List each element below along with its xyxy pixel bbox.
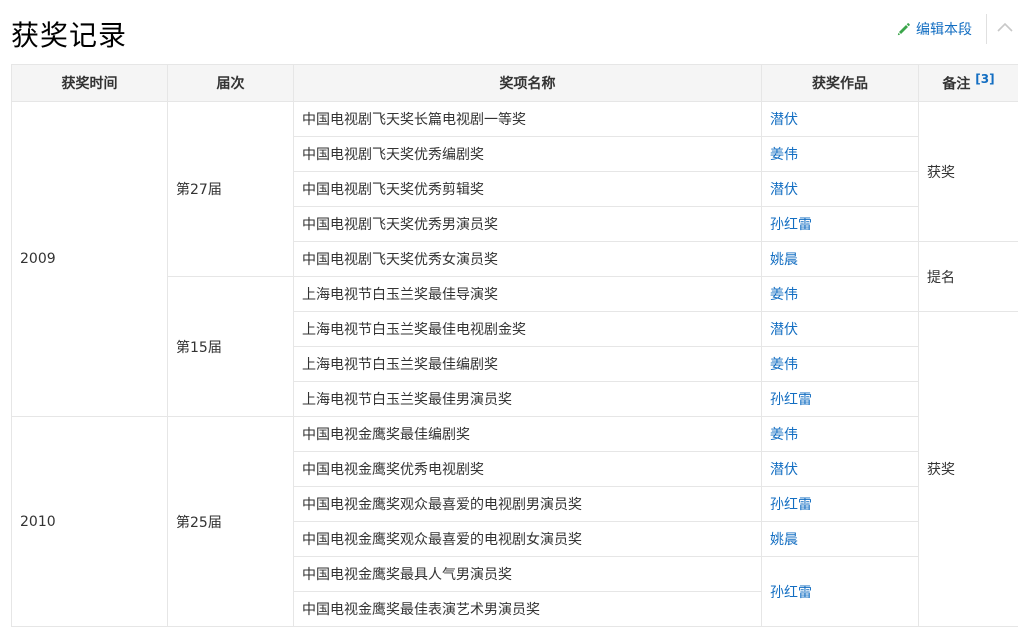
award-name-cell: 中国电视剧飞天奖优秀编剧奖	[294, 137, 762, 172]
award-work-link[interactable]: 姜伟	[762, 347, 919, 382]
session-cell: 第25届	[168, 417, 294, 627]
award-work-link[interactable]: 姜伟	[762, 277, 919, 312]
award-name-cell: 上海电视节白玉兰奖最佳电视剧金奖	[294, 312, 762, 347]
award-work-link[interactable]: 孙红雷	[762, 207, 919, 242]
pencil-icon	[896, 21, 912, 37]
year-cell: 2010	[12, 417, 168, 627]
header-remark-label: 备注	[942, 77, 970, 93]
award-work-link[interactable]: 姜伟	[762, 137, 919, 172]
award-name-cell: 上海电视节白玉兰奖最佳导演奖	[294, 277, 762, 312]
header-award-time: 获奖时间	[12, 65, 168, 102]
award-name-cell: 中国电视剧飞天奖优秀剪辑奖	[294, 172, 762, 207]
award-work-link[interactable]: 潜伏	[762, 312, 919, 347]
award-name-cell: 中国电视剧飞天奖优秀男演员奖	[294, 207, 762, 242]
header-session: 届次	[168, 65, 294, 102]
award-work-link[interactable]: 姚晨	[762, 522, 919, 557]
reference-link[interactable]: [3]	[975, 72, 994, 86]
award-work-link[interactable]: 潜伏	[762, 172, 919, 207]
table-header-row: 获奖时间 届次 奖项名称 获奖作品 备注 [3]	[12, 65, 1018, 102]
header-award-work: 获奖作品	[762, 65, 919, 102]
award-name-cell: 中国电视金鹰奖观众最喜爱的电视剧男演员奖	[294, 487, 762, 522]
header-remark: 备注 [3]	[919, 65, 1018, 102]
edit-section-label: 编辑本段	[916, 19, 972, 39]
award-work-link[interactable]: 潜伏	[762, 102, 919, 137]
session-cell: 第15届	[168, 277, 294, 417]
award-work-link[interactable]: 潜伏	[762, 452, 919, 487]
remark-cell: 获奖	[919, 102, 1018, 242]
award-work-link[interactable]: 姜伟	[762, 417, 919, 452]
edit-section-button[interactable]: 编辑本段	[896, 19, 972, 39]
table-row: 2010 第25届 中国电视金鹰奖最佳编剧奖 姜伟	[12, 417, 1018, 452]
award-name-cell: 中国电视金鹰奖最具人气男演员奖	[294, 557, 762, 592]
award-name-cell: 上海电视节白玉兰奖最佳编剧奖	[294, 347, 762, 382]
table-row: 2009 第27届 中国电视剧飞天奖长篇电视剧一等奖 潜伏 获奖	[12, 102, 1018, 137]
award-name-cell: 中国电视金鹰奖优秀电视剧奖	[294, 452, 762, 487]
header-award-name: 奖项名称	[294, 65, 762, 102]
session-cell: 第27届	[168, 102, 294, 277]
toolbar-divider	[986, 14, 987, 44]
year-cell: 2009	[12, 102, 168, 417]
award-name-cell: 中国电视金鹰奖最佳编剧奖	[294, 417, 762, 452]
award-name-cell: 中国电视剧飞天奖优秀女演员奖	[294, 242, 762, 277]
award-work-link[interactable]: 孙红雷	[762, 487, 919, 522]
award-name-cell: 上海电视节白玉兰奖最佳男演员奖	[294, 382, 762, 417]
remark-cell: 提名	[919, 242, 1018, 312]
award-work-link[interactable]: 姚晨	[762, 242, 919, 277]
award-work-link[interactable]: 孙红雷	[762, 382, 919, 417]
award-name-cell: 中国电视金鹰奖最佳表演艺术男演员奖	[294, 592, 762, 627]
award-name-cell: 中国电视剧飞天奖长篇电视剧一等奖	[294, 102, 762, 137]
remark-cell: 获奖	[919, 312, 1018, 627]
section-title: 获奖记录	[11, 14, 127, 54]
awards-table: 获奖时间 届次 奖项名称 获奖作品 备注 [3] 2009 第27届 中国电视剧…	[11, 64, 1018, 627]
collapse-chevron-up-icon[interactable]	[996, 20, 1014, 34]
award-work-link[interactable]: 孙红雷	[762, 557, 919, 627]
award-name-cell: 中国电视金鹰奖观众最喜爱的电视剧女演员奖	[294, 522, 762, 557]
